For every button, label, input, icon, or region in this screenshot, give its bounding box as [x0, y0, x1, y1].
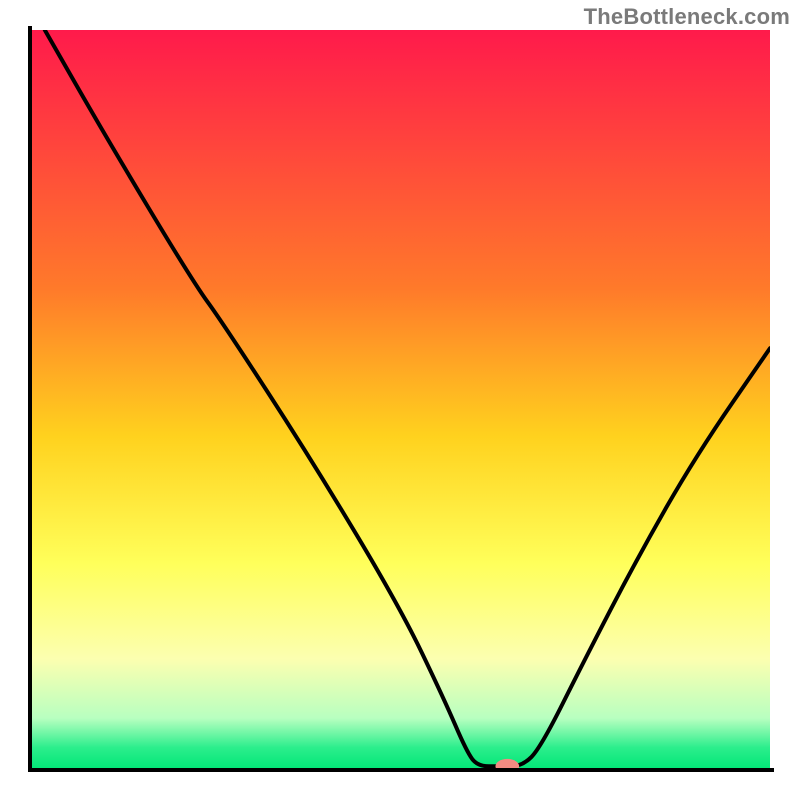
watermark-text: TheBottleneck.com: [584, 4, 790, 30]
bottleneck-chart: [0, 0, 800, 800]
plot-background: [30, 30, 770, 770]
chart-container: TheBottleneck.com: [0, 0, 800, 800]
